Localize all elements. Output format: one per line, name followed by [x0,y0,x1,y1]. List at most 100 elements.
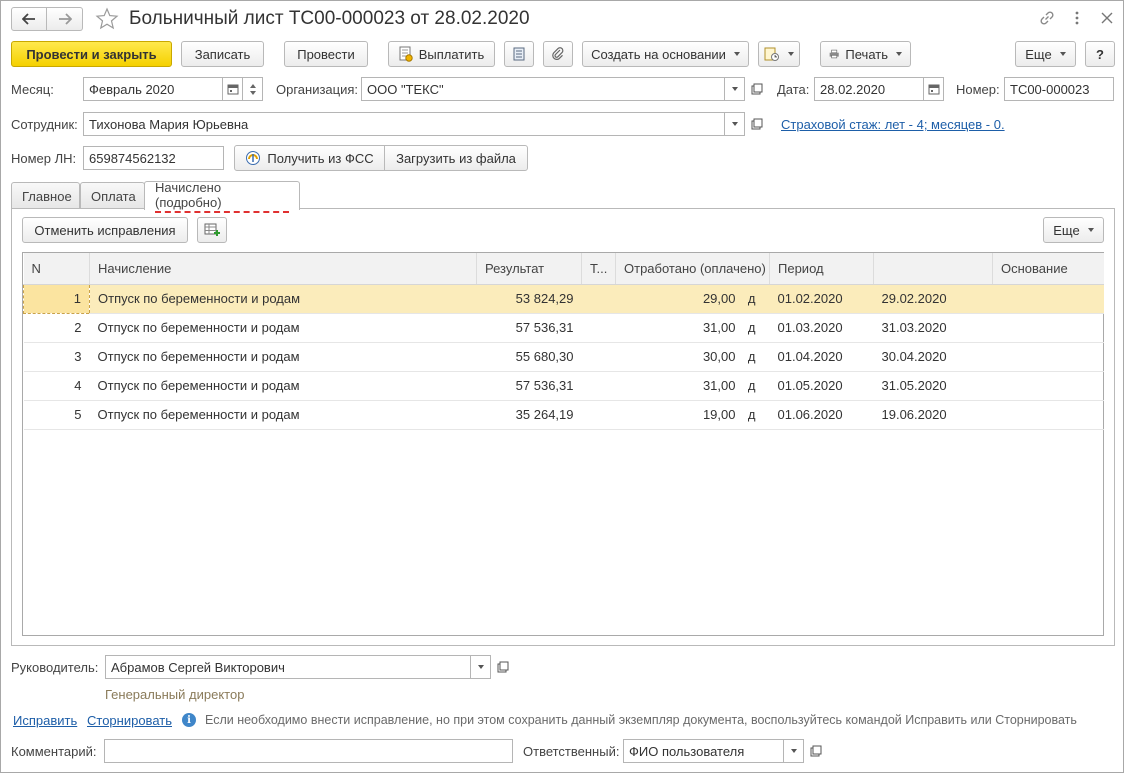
row-accrual[interactable]: Отпуск по беременности и родам [89,400,477,430]
more-button[interactable]: Еще [1015,41,1076,67]
number-field[interactable]: ТС00-000023 [1004,77,1114,101]
month-calendar-button[interactable] [223,77,243,101]
employee-field[interactable]: Тихонова Мария Юрьевна [83,112,725,136]
row-result[interactable]: 57 536,31 [476,313,582,343]
row-period-start[interactable]: 01.06.2020 [769,400,874,430]
employee-open-button[interactable] [747,112,767,136]
row-worked[interactable]: 30,00 д [615,342,770,372]
row-period-end[interactable]: 19.06.2020 [873,400,993,430]
ln-number-field[interactable]: 659874562132 [83,146,224,170]
row-t[interactable] [581,313,616,343]
date-calendar-button[interactable] [924,77,944,101]
head-open-button[interactable] [493,655,513,679]
table-row[interactable]: 5 Отпуск по беременности и родам 35 264,… [23,400,1104,430]
close-icon[interactable] [1101,12,1113,27]
table-row[interactable]: 1 Отпуск по беременности и родам 53 824,… [23,283,1104,314]
favorite-star-icon[interactable] [95,7,119,31]
organization-field[interactable]: ООО "ТЕКС" [361,77,725,101]
table-row[interactable]: 2 Отпуск по беременности и родам 57 536,… [23,313,1104,343]
row-basis[interactable] [992,400,1104,430]
register-button[interactable] [504,41,534,67]
row-period-start[interactable]: 01.02.2020 [769,284,874,314]
organization-dropdown-button[interactable] [725,77,745,101]
employee-dropdown-button[interactable] [725,112,745,136]
row-period-end[interactable]: 29.02.2020 [873,284,993,314]
column-header-accrual[interactable]: Начисление [89,253,477,285]
responsible-dropdown-button[interactable] [784,739,804,763]
insurance-experience-link[interactable]: Страховой стаж: лет - 4; месяцев - 0. [781,117,1005,132]
column-header-worked[interactable]: Отработано (оплачено) [615,253,770,285]
row-worked[interactable]: 29,00 д [615,284,770,314]
row-number[interactable]: 3 [23,342,90,372]
help-button[interactable]: ? [1085,41,1115,67]
row-result[interactable]: 55 680,30 [476,342,582,372]
row-result[interactable]: 53 824,29 [476,284,582,314]
responsible-field[interactable]: ФИО пользователя [623,739,784,763]
row-period-start[interactable]: 01.03.2020 [769,313,874,343]
row-accrual[interactable]: Отпуск по беременности и родам [89,284,477,314]
row-number[interactable]: 2 [23,313,90,343]
row-result[interactable]: 35 264,19 [476,400,582,430]
row-accrual[interactable]: Отпуск по беременности и родам [89,313,477,343]
link-icon[interactable] [1039,10,1055,29]
row-basis[interactable] [992,371,1104,401]
month-spinner[interactable] [243,77,263,101]
column-header-basis[interactable]: Основание [992,253,1104,285]
column-header-result[interactable]: Результат [476,253,582,285]
row-t[interactable] [581,400,616,430]
row-number[interactable]: 4 [23,371,90,401]
row-number[interactable]: 5 [23,400,90,430]
row-worked[interactable]: 31,00 д [615,371,770,401]
storno-link[interactable]: Сторнировать [87,713,172,728]
row-t[interactable] [581,284,616,314]
month-field[interactable]: Февраль 2020 [83,77,223,101]
head-dropdown-button[interactable] [471,655,491,679]
print-button[interactable]: Печать [820,41,911,67]
row-period-end[interactable]: 30.04.2020 [873,342,993,372]
organization-open-button[interactable] [747,77,767,101]
row-t[interactable] [581,371,616,401]
column-header-n[interactable]: N [23,253,90,285]
row-number[interactable]: 1 [23,283,90,314]
back-button[interactable] [11,7,47,31]
row-period-start[interactable]: 01.04.2020 [769,342,874,372]
post-and-close-button[interactable]: Провести и закрыть [11,41,172,67]
post-button[interactable]: Провести [284,41,368,67]
add-columns-button[interactable] [197,217,227,243]
row-accrual[interactable]: Отпуск по беременности и родам [89,371,477,401]
row-period-end[interactable]: 31.03.2020 [873,313,993,343]
row-period-end[interactable]: 31.05.2020 [873,371,993,401]
tab-payment[interactable]: Оплата [80,182,145,209]
get-from-fss-button[interactable]: Получить из ФСС [234,145,385,171]
pay-button[interactable]: Выплатить [388,41,495,67]
row-worked[interactable]: 31,00 д [615,313,770,343]
row-t[interactable] [581,342,616,372]
fix-link[interactable]: Исправить [13,713,77,728]
row-basis[interactable] [992,284,1104,314]
table-row[interactable]: 4 Отпуск по беременности и родам 57 536,… [23,371,1104,401]
tab-accrued-detailed[interactable]: Начислено (подробно) [144,180,300,213]
save-button[interactable]: Записать [181,41,264,67]
row-basis[interactable] [992,313,1104,343]
row-result[interactable]: 57 536,31 [476,371,582,401]
more-vertical-icon[interactable] [1073,10,1081,26]
related-documents-button[interactable] [758,41,800,67]
row-period-start[interactable]: 01.05.2020 [769,371,874,401]
table-row[interactable]: 3 Отпуск по беременности и родам 55 680,… [23,342,1104,372]
column-header-period[interactable]: Период [769,253,874,285]
panel-more-button[interactable]: Еще [1043,217,1104,243]
head-field[interactable]: Абрамов Сергей Викторович [105,655,471,679]
column-header-period-end[interactable] [873,253,993,285]
date-field[interactable]: 28.02.2020 [814,77,924,101]
column-header-t[interactable]: Т... [581,253,616,285]
attach-button[interactable] [543,41,573,67]
create-based-on-button[interactable]: Создать на основании [582,41,749,67]
tab-main[interactable]: Главное [11,182,80,209]
load-from-file-button[interactable]: Загрузить из файла [384,145,528,171]
row-accrual[interactable]: Отпуск по беременности и родам [89,342,477,372]
responsible-open-button[interactable] [806,739,826,763]
comment-field[interactable] [104,739,513,763]
forward-button[interactable] [47,7,83,31]
row-worked[interactable]: 19,00 д [615,400,770,430]
row-basis[interactable] [992,342,1104,372]
